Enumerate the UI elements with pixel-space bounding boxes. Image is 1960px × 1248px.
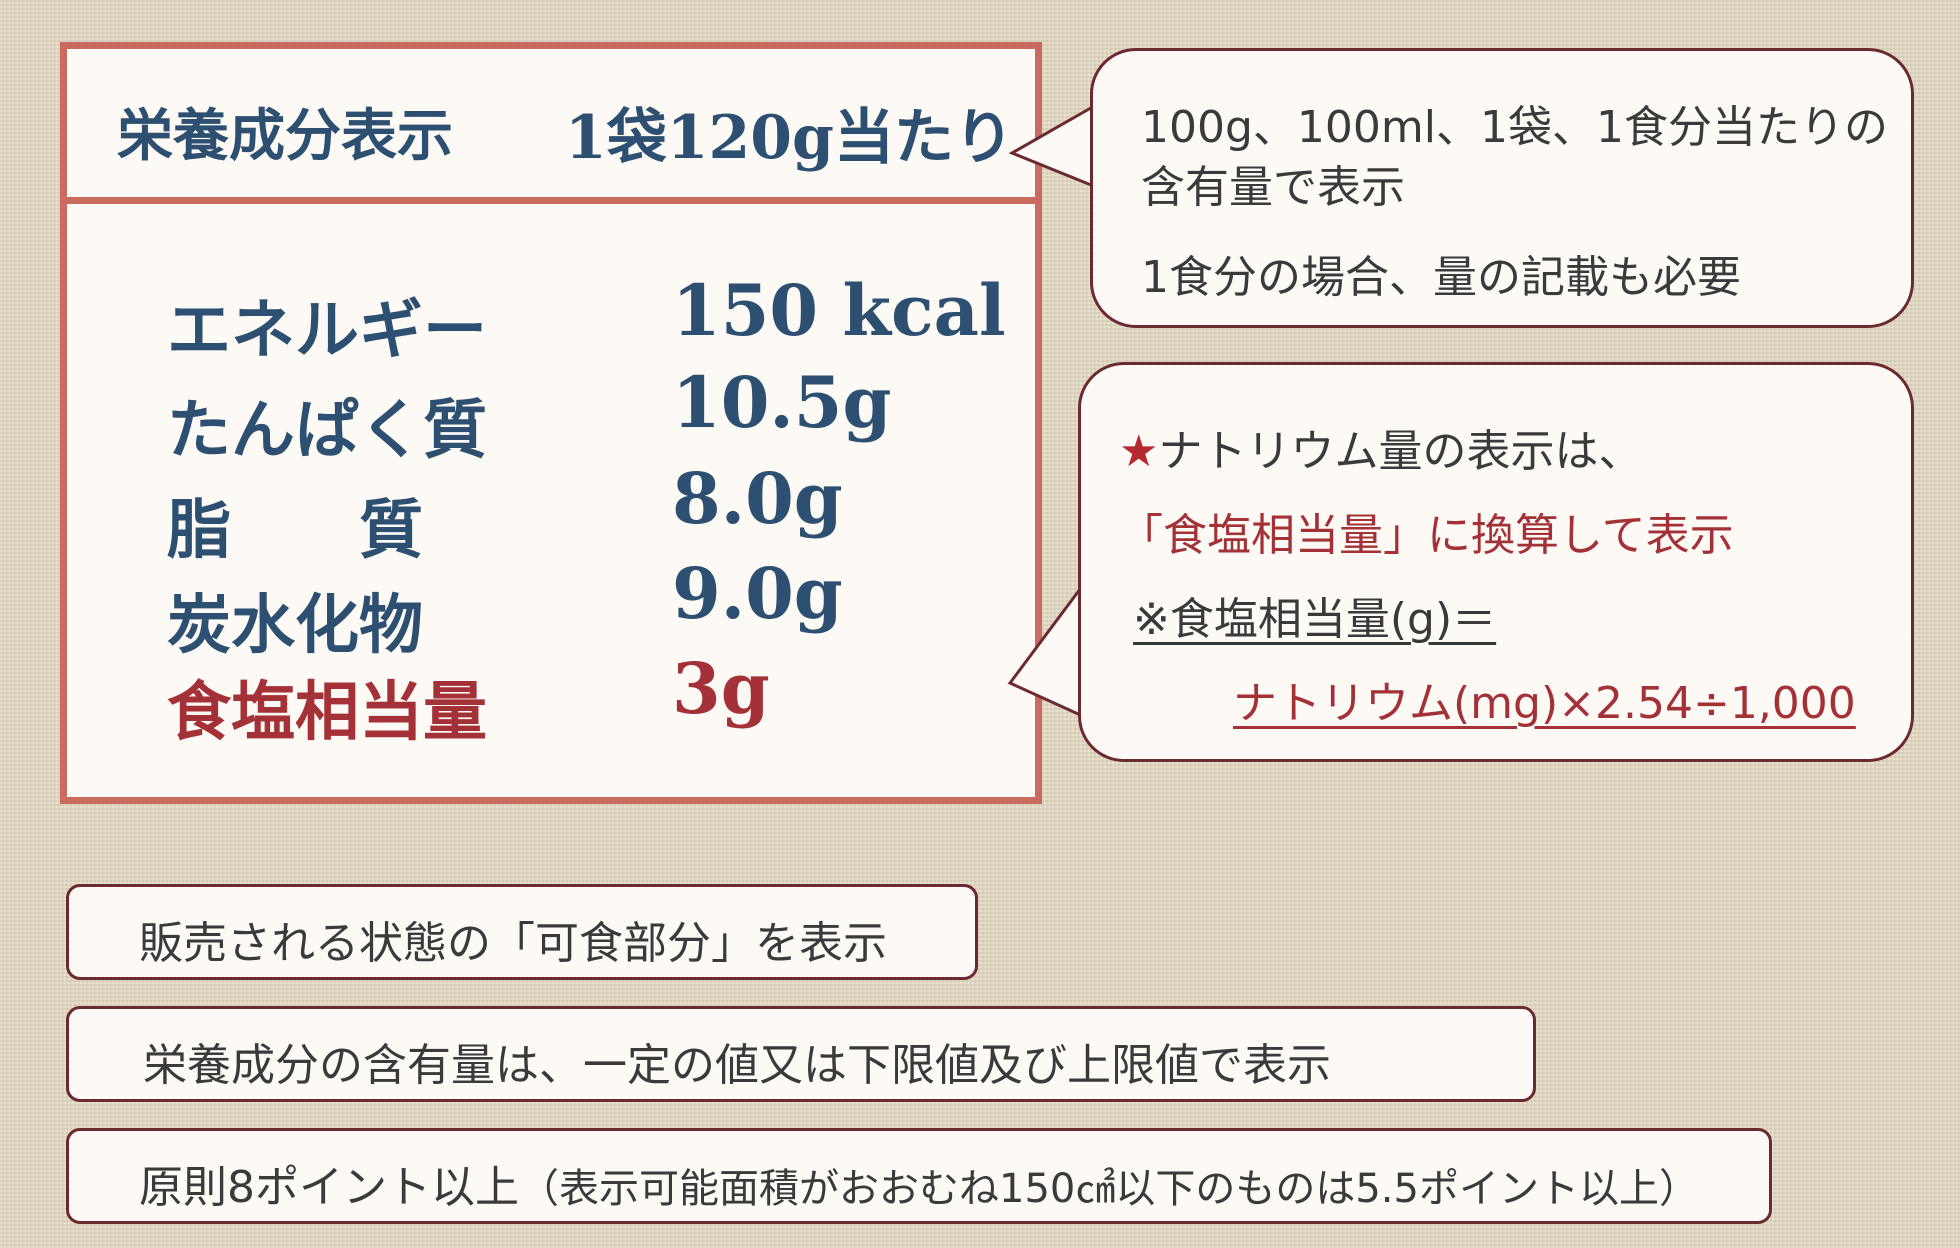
info-font-size-main: 原則8ポイント以上 [139, 1162, 519, 1213]
nutrition-label-header: 栄養成分表示 1袋120g当たり [67, 49, 1035, 204]
bubble-serving-line2: 含有量で表示 [1141, 162, 1405, 213]
bubble-sodium-line1: ★ナトリウム量の表示は、 [1119, 415, 1642, 479]
nutrition-label-title: 栄養成分表示 [117, 104, 453, 169]
nutrient-value: 10.5g [672, 361, 892, 444]
bubble-sodium-line2: 「食塩相当量」に換算して表示 [1119, 510, 1734, 561]
nutrient-value: 9.0g [672, 552, 843, 635]
bubble-serving-line1: 100g、100ml、1袋、1食分当たりの [1141, 102, 1888, 153]
nutrient-value: 150 kcal [672, 269, 1006, 352]
nutrient-row-salt: 食塩相当量 3g [67, 647, 1035, 751]
info-box-content-value: 栄養成分の含有量は、一定の値又は下限値及び上限値で表示 [66, 1006, 1536, 1102]
nutrient-name: 炭水化物 [167, 589, 423, 663]
nutrient-value: 8.0g [672, 457, 843, 540]
info-font-size-text: 原則8ポイント以上（表示可能面積がおおむね150㎠以下のものは5.5ポイント以上… [139, 1151, 1699, 1215]
nutrient-name: 脂 質 [167, 494, 423, 568]
nutrient-value: 3g [672, 647, 770, 730]
info-font-size-note: （表示可能面積がおおむね150㎠以下のものは5.5ポイント以上） [519, 1166, 1699, 1212]
bubble-sodium: ★ナトリウム量の表示は、 「食塩相当量」に換算して表示 ※食塩相当量(g)＝ ナ… [1078, 362, 1914, 762]
nutrition-label-serving: 1袋120g当たり [565, 103, 1014, 173]
nutrient-name: たんぱく質 [167, 394, 487, 468]
info-box-font-size: 原則8ポイント以上（表示可能面積がおおむね150㎠以下のものは5.5ポイント以上… [66, 1128, 1772, 1224]
bubble-sodium-line1-text: ナトリウム量の表示は、 [1158, 426, 1643, 477]
nutrition-label: 栄養成分表示 1袋120g当たり エネルギー 150 kcal たんぱく質 10… [60, 42, 1042, 804]
nutrient-name: 食塩相当量 [167, 676, 487, 750]
nutrient-name: エネルギー [167, 294, 487, 368]
nutrient-row-protein: たんぱく質 10.5g [67, 361, 1035, 469]
bubble-sodium-formula-label: ※食塩相当量(g)＝ [1133, 594, 1497, 645]
nutrient-row-fat: 脂 質 8.0g [67, 457, 1035, 569]
nutrient-row-energy: エネルギー 150 kcal [67, 269, 1035, 369]
nutrient-row-carbohydrate: 炭水化物 9.0g [67, 552, 1035, 664]
bubble-sodium-formula: ナトリウム(mg)×2.54÷1,000 [1233, 678, 1856, 729]
bubble-serving-line3: 1食分の場合、量の記載も必要 [1141, 252, 1741, 303]
star-icon: ★ [1119, 426, 1159, 477]
info-edible-portion-text: 販売される状態の「可食部分」を表示 [139, 918, 887, 969]
info-content-value-text: 栄養成分の含有量は、一定の値又は下限値及び上限値で表示 [143, 1040, 1331, 1091]
bubble-serving: 100g、100ml、1袋、1食分当たりの 含有量で表示 1食分の場合、量の記載… [1090, 48, 1914, 328]
info-box-edible-portion: 販売される状態の「可食部分」を表示 [66, 884, 978, 980]
